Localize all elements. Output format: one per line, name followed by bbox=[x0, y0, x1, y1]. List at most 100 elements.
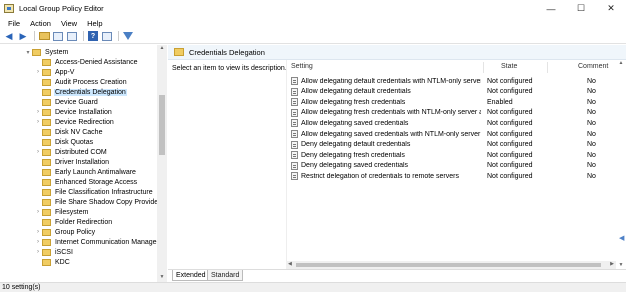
chevron-right-icon[interactable]: › bbox=[34, 119, 42, 125]
scroll-up-arrow-icon[interactable]: ▲ bbox=[157, 45, 167, 53]
setting-state: Not configured bbox=[487, 172, 533, 180]
chevron-right-icon[interactable]: › bbox=[34, 69, 42, 75]
tree-scrollbar[interactable]: ▲ ▼ bbox=[157, 45, 167, 282]
policy-setting-icon bbox=[291, 140, 298, 149]
tree-item[interactable]: Credentials Delegation bbox=[34, 87, 127, 97]
tree-item-system[interactable]: ▾ System bbox=[24, 47, 69, 57]
menu-action[interactable]: Action bbox=[25, 19, 56, 28]
setting-comment: No bbox=[587, 141, 596, 149]
setting-name: Allow delegating saved credentials bbox=[301, 119, 409, 127]
tree-item[interactable]: File Classification Infrastructure bbox=[34, 187, 154, 197]
close-button[interactable]: ✕ bbox=[596, 0, 626, 17]
tab-extended[interactable]: Extended bbox=[172, 270, 210, 281]
tree-item[interactable]: Disk NV Cache bbox=[34, 127, 103, 137]
side-arrow-icon: ◀ bbox=[619, 235, 625, 242]
column-header-setting[interactable]: Setting bbox=[291, 63, 313, 70]
tree-item-label: Credentials Delegation bbox=[54, 88, 127, 96]
folder-icon bbox=[42, 138, 51, 146]
tree-item[interactable]: › iSCSI bbox=[34, 247, 74, 257]
tree-item-label: Device Redirection bbox=[55, 118, 114, 126]
export-list-icon[interactable] bbox=[66, 30, 78, 42]
tree-item[interactable]: Folder Redirection bbox=[34, 217, 113, 227]
tree-item[interactable]: File Share Shadow Copy Provider bbox=[34, 197, 161, 207]
table-row[interactable]: Allow delegating fresh credentials with … bbox=[287, 108, 617, 118]
status-bar: 10 setting(s) bbox=[0, 282, 626, 292]
folder-icon bbox=[42, 158, 51, 166]
scroll-down-arrow-icon[interactable]: ▼ bbox=[157, 274, 167, 282]
up-folder-icon[interactable] bbox=[38, 30, 50, 42]
menu-help[interactable]: Help bbox=[82, 19, 107, 28]
chevron-down-icon[interactable]: ▾ bbox=[24, 49, 32, 56]
tree-item[interactable]: Audit Process Creation bbox=[34, 77, 128, 87]
folder-icon bbox=[42, 188, 51, 196]
policy-setting-icon bbox=[291, 172, 298, 181]
table-row[interactable]: Deny delegating default credentials Not c… bbox=[287, 140, 617, 150]
setting-comment: No bbox=[587, 172, 596, 180]
back-arrow-icon[interactable]: ◀ bbox=[3, 30, 15, 42]
filter-icon[interactable] bbox=[122, 30, 134, 42]
table-row[interactable]: Allow delegating saved credentials with … bbox=[287, 129, 617, 139]
table-row[interactable]: Deny delegating fresh credentials Not con… bbox=[287, 150, 617, 160]
tree-item[interactable]: › Filesystem bbox=[34, 207, 89, 217]
folder-icon bbox=[42, 198, 51, 206]
chevron-right-icon[interactable]: › bbox=[34, 109, 42, 115]
setting-comment: No bbox=[587, 77, 596, 85]
tree-item[interactable]: › Internet Communication Manager bbox=[34, 237, 160, 247]
tree-item-label: Filesystem bbox=[55, 208, 89, 216]
chevron-right-icon[interactable]: › bbox=[34, 149, 42, 155]
horizontal-scrollbar[interactable]: ◀ ▶ bbox=[286, 261, 616, 269]
column-header-comment[interactable]: Comment bbox=[578, 63, 608, 70]
chevron-right-icon[interactable]: › bbox=[34, 229, 42, 235]
setting-comment: No bbox=[587, 162, 596, 170]
menu-view[interactable]: View bbox=[56, 19, 82, 28]
folder-icon bbox=[42, 118, 51, 126]
tree-item[interactable]: Driver Installation bbox=[34, 157, 110, 167]
setting-comment: No bbox=[587, 151, 596, 159]
scroll-down-arrow-icon[interactable]: ▼ bbox=[616, 262, 626, 268]
properties-icon[interactable] bbox=[101, 30, 113, 42]
menu-file[interactable]: File bbox=[3, 19, 25, 28]
tree-item[interactable]: Enhanced Storage Access bbox=[34, 177, 138, 187]
table-row[interactable]: Restrict delegation of credentials to re… bbox=[287, 171, 617, 181]
pane-header: Credentials Delegation bbox=[168, 45, 626, 60]
table-row[interactable]: Allow delegating fresh credentials Enable… bbox=[287, 97, 617, 107]
setting-comment: No bbox=[587, 119, 596, 127]
tree-item[interactable]: › App-V bbox=[34, 67, 75, 77]
tree-item[interactable]: › Distributed COM bbox=[34, 147, 108, 157]
minimize-button[interactable]: — bbox=[536, 0, 566, 17]
tree-item[interactable]: Device Guard bbox=[34, 97, 99, 107]
scroll-left-arrow-icon[interactable]: ◀ bbox=[288, 261, 292, 267]
policy-tree: ▾ System Access-Denied Assistance › App-V A… bbox=[0, 45, 167, 282]
scroll-right-arrow-icon[interactable]: ▶ bbox=[610, 261, 614, 267]
tree-item[interactable]: Access-Denied Assistance bbox=[34, 57, 138, 67]
chevron-right-icon[interactable]: › bbox=[34, 239, 42, 245]
table-row[interactable]: Allow delegating saved credentials Not co… bbox=[287, 118, 617, 128]
policy-editor-icon bbox=[4, 4, 14, 13]
setting-state: Not configured bbox=[487, 119, 533, 127]
column-header-state[interactable]: State bbox=[501, 63, 517, 70]
table-row[interactable]: Allow delegating default credentials wit… bbox=[287, 76, 617, 86]
tree-item[interactable]: Early Launch Antimalware bbox=[34, 167, 137, 177]
maximize-button[interactable]: ☐ bbox=[566, 0, 596, 17]
table-row[interactable]: Allow delegating default credentials Not … bbox=[287, 87, 617, 97]
forward-arrow-icon[interactable]: ▶ bbox=[17, 30, 29, 42]
scroll-thumb[interactable] bbox=[296, 263, 601, 267]
tab-standard[interactable]: Standard bbox=[207, 270, 244, 281]
scroll-thumb[interactable] bbox=[159, 95, 165, 155]
table-row[interactable]: Deny delegating saved credentials Not con… bbox=[287, 161, 617, 171]
setting-name: Deny delegating fresh credentials bbox=[301, 151, 405, 159]
help-icon[interactable]: ? bbox=[87, 30, 99, 42]
chevron-right-icon[interactable]: › bbox=[34, 249, 42, 255]
tree-item[interactable]: › Device Redirection bbox=[34, 117, 115, 127]
description-text: Select an item to view its description. bbox=[172, 65, 287, 72]
tree-item[interactable]: › Group Policy bbox=[34, 227, 96, 237]
chevron-right-icon[interactable]: › bbox=[34, 209, 42, 215]
show-hide-tree-icon[interactable] bbox=[52, 30, 64, 42]
scroll-up-arrow-icon[interactable]: ▲ bbox=[616, 60, 626, 66]
tree-item[interactable]: › Device Installation bbox=[34, 107, 113, 117]
folder-icon bbox=[42, 218, 51, 226]
tree-item[interactable]: Disk Quotas bbox=[34, 137, 94, 147]
tree-item[interactable]: KDC bbox=[34, 257, 71, 267]
tree-item-label: Group Policy bbox=[55, 228, 96, 236]
details-pane: Credentials Delegation Select an item to… bbox=[168, 45, 626, 282]
